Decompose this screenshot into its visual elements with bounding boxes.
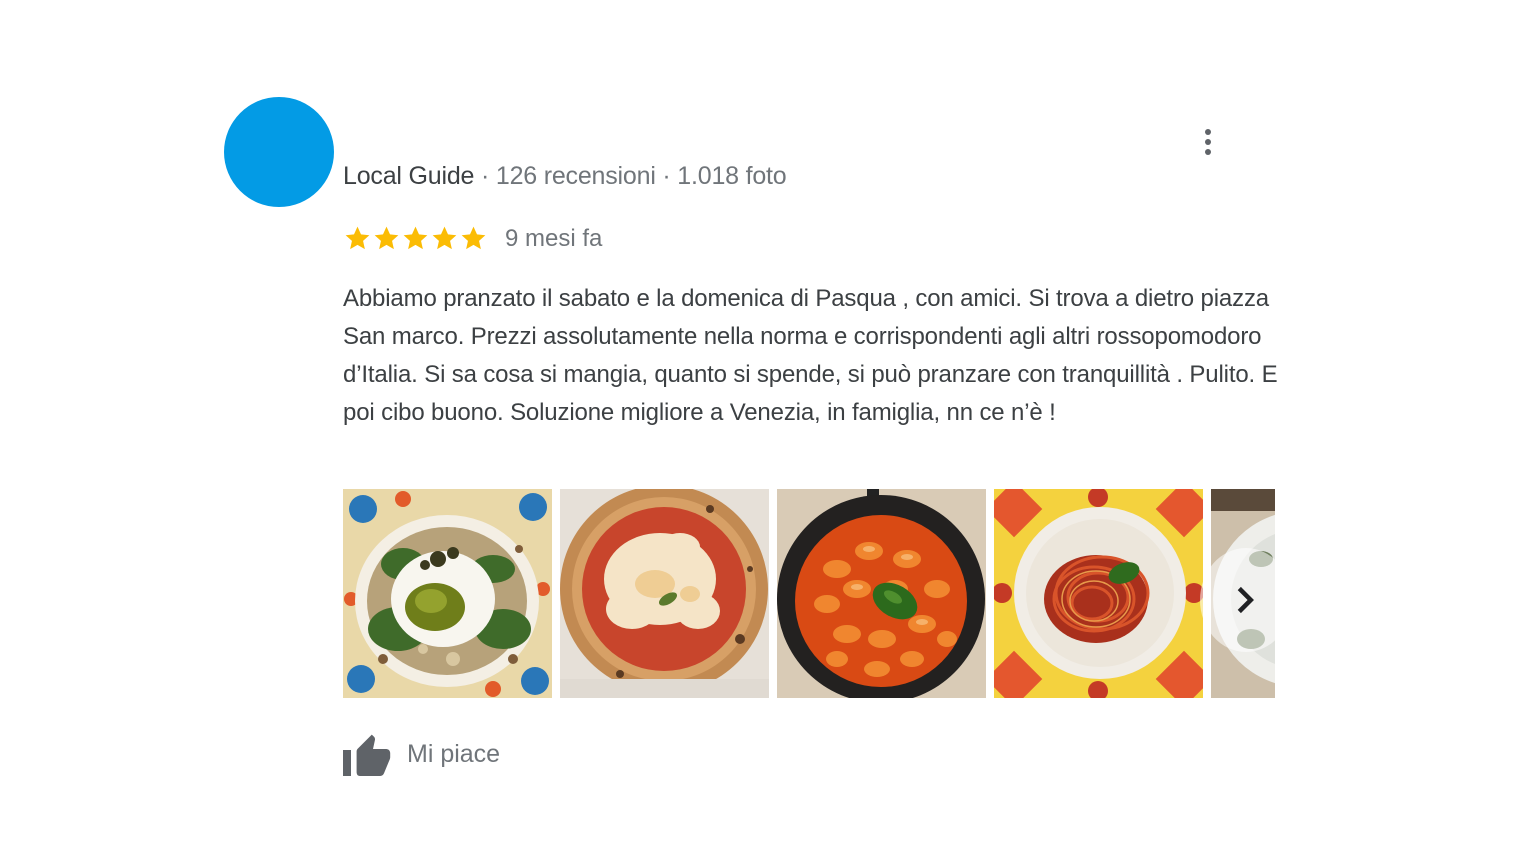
more-vert-icon-dot bbox=[1205, 149, 1211, 155]
star-rating bbox=[343, 224, 488, 253]
rating-row: 9 mesi fa bbox=[343, 224, 602, 253]
review-photo-4[interactable] bbox=[994, 489, 1203, 698]
review-photo-3[interactable] bbox=[777, 489, 986, 698]
review-photo-2[interactable] bbox=[560, 489, 769, 698]
meta-separator: · bbox=[655, 162, 678, 190]
star-icon bbox=[374, 226, 399, 250]
photo-carousel bbox=[343, 489, 1275, 698]
star-icon bbox=[403, 226, 428, 250]
chevron-right-icon bbox=[1237, 586, 1254, 614]
review-date: 9 mesi fa bbox=[505, 224, 603, 252]
thumb-up-icon bbox=[343, 734, 391, 776]
star-icon bbox=[432, 226, 457, 250]
like-label: Mi piace bbox=[407, 739, 501, 768]
star-icon bbox=[345, 226, 370, 250]
review-photo-1[interactable] bbox=[343, 489, 552, 698]
more-vert-icon bbox=[1205, 129, 1211, 135]
like-button[interactable]: Mi piace bbox=[343, 732, 500, 776]
more-vert-icon-dot bbox=[1205, 139, 1211, 145]
meta-separator: · bbox=[474, 162, 496, 190]
local-guide-badge[interactable]: Local Guide bbox=[343, 162, 474, 190]
photos-count[interactable]: 1.018 foto bbox=[677, 162, 786, 190]
more-options-button[interactable] bbox=[1194, 122, 1222, 162]
star-icon bbox=[461, 226, 486, 250]
review-card: Local Guide · 126 recensioni · 1.018 fot… bbox=[0, 0, 1536, 864]
carousel-next-button[interactable] bbox=[1200, 548, 1275, 652]
reviewer-meta: Local Guide · 126 recensioni · 1.018 fot… bbox=[343, 162, 787, 191]
avatar[interactable] bbox=[224, 97, 334, 207]
review-text: Abbiamo pranzato il sabato e la domenica… bbox=[343, 285, 1278, 426]
reviews-count[interactable]: 126 recensioni bbox=[496, 162, 656, 190]
